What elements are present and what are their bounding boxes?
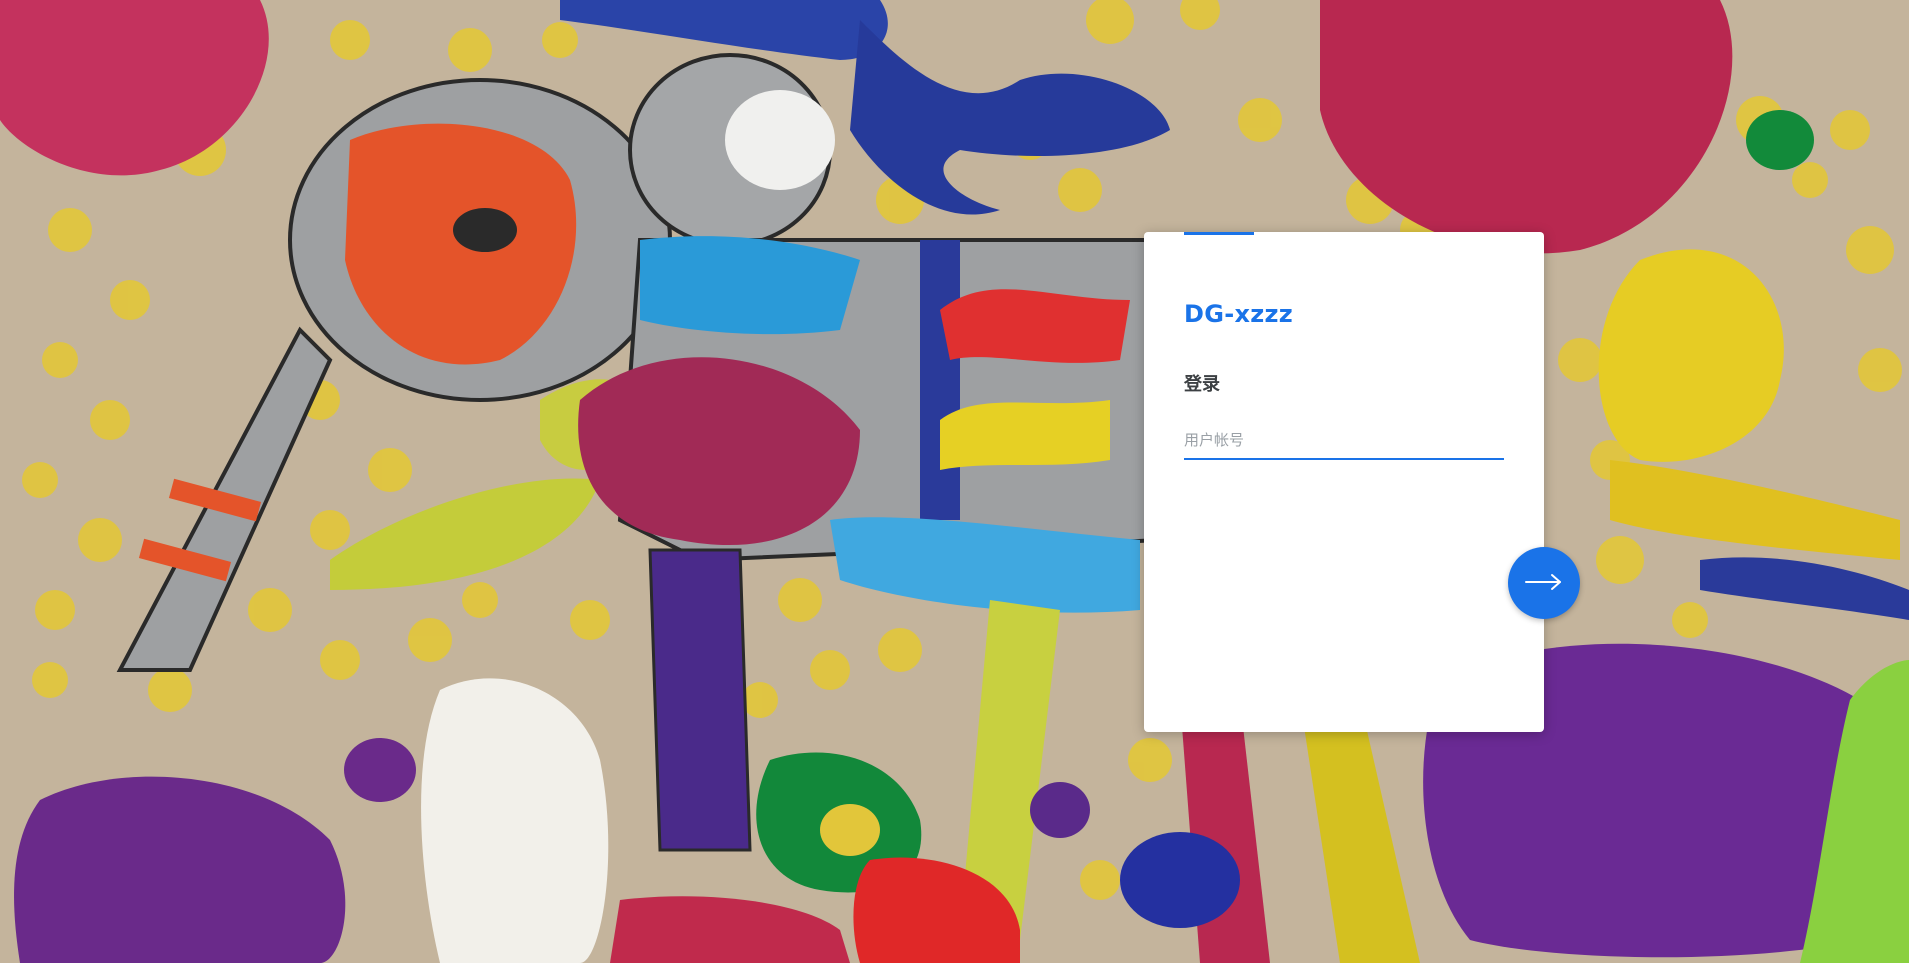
username-input[interactable]	[1184, 422, 1504, 460]
arrow-right-icon	[1524, 572, 1564, 595]
card-accent-bar	[1184, 232, 1254, 235]
next-button[interactable]	[1508, 547, 1580, 619]
login-card: DG-xzzz 登录	[1144, 232, 1544, 732]
login-heading: 登录	[1184, 374, 1220, 395]
background-painting	[0, 0, 1909, 963]
brand-title: DG-xzzz	[1184, 300, 1294, 328]
